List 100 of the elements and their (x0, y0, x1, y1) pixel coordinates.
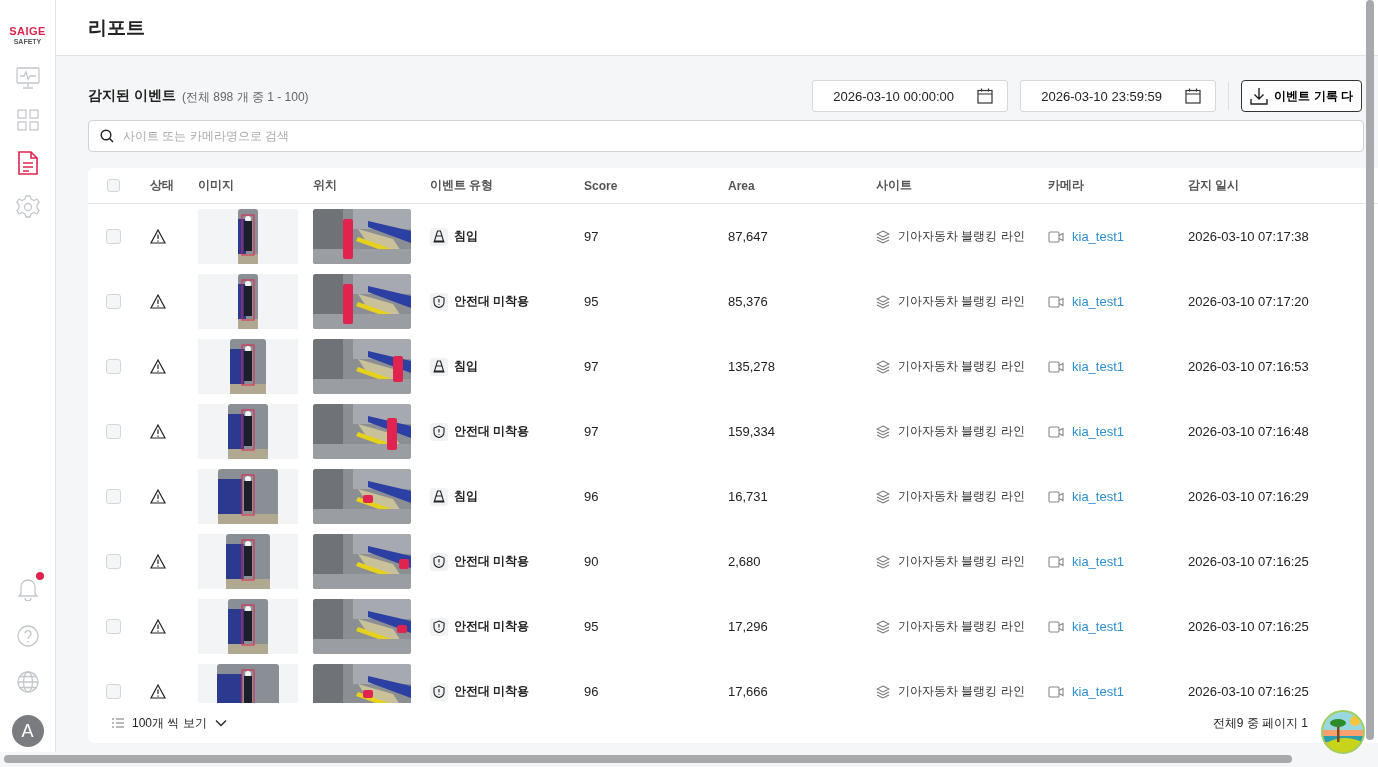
layers-icon (876, 424, 890, 439)
island-button[interactable] (1319, 708, 1367, 756)
settings-icon[interactable] (13, 193, 42, 221)
page-size-dropdown[interactable]: 100개 씩 보기 (112, 714, 227, 732)
score-cell: 95 (584, 294, 599, 309)
site-cell: 기아자동차 블랭킹 라인 (898, 358, 1025, 375)
event-type: 안전대 미착용 (430, 292, 530, 311)
event-type: 침입 (430, 487, 478, 506)
monitor-icon[interactable] (13, 65, 42, 91)
camera-icon (1048, 685, 1064, 698)
camera-link[interactable]: kia_test1 (1072, 684, 1125, 699)
camera-icon (1048, 295, 1064, 308)
row-checkbox[interactable] (106, 424, 121, 439)
site-cell: 기아자동차 블랭킹 라인 (898, 553, 1025, 570)
area-cell: 85,376 (728, 294, 768, 309)
chevron-down-icon (214, 719, 227, 727)
site-cell: 기아자동차 블랭킹 라인 (898, 228, 1025, 245)
row-checkbox[interactable] (106, 619, 121, 634)
globe-icon[interactable] (14, 669, 41, 695)
row-checkbox[interactable] (106, 684, 121, 699)
camera-icon (1048, 490, 1064, 503)
camera-icon (1048, 230, 1064, 243)
detection-time: 2026-03-10 07:16:25 (1188, 554, 1309, 569)
end-date-field[interactable]: 2026-03-10 23:59:59 (1020, 80, 1217, 112)
section-title: 감지된 이벤트 (88, 87, 176, 105)
layers-icon (876, 684, 890, 699)
column-header: Area (728, 178, 755, 193)
column-header: 이벤트 유형 (430, 177, 494, 194)
avatar[interactable]: A (11, 715, 44, 747)
horizontal-scrollbar[interactable] (4, 755, 1292, 763)
site-cell: 기아자동차 블랭킹 라인 (898, 618, 1025, 635)
list-icon (112, 718, 124, 728)
page-title: 리포트 (88, 15, 145, 40)
score-cell: 97 (584, 424, 599, 439)
select-all-checkbox[interactable] (107, 179, 120, 192)
score-cell: 96 (584, 684, 599, 699)
event-type: 안전대 미착용 (430, 552, 530, 571)
camera-link[interactable]: kia_test1 (1072, 489, 1125, 504)
shield-icon (433, 685, 445, 698)
event-type: 안전대 미착용 (430, 617, 530, 636)
site-cell: 기아자동차 블랭킹 라인 (898, 488, 1025, 505)
layers-icon (876, 229, 890, 244)
shield-icon (433, 555, 445, 568)
start-date-field[interactable]: 2026-03-10 00:00:00 (812, 80, 1009, 112)
row-checkbox[interactable] (106, 294, 121, 309)
score-cell: 95 (584, 619, 599, 634)
site-cell: 기아자동차 블랭킹 라인 (898, 683, 1025, 700)
column-header: Score (584, 178, 618, 193)
vertical-scrollbar[interactable] (1366, 0, 1374, 740)
area-cell: 87,647 (728, 229, 768, 244)
search-icon (100, 129, 114, 143)
download-button[interactable]: 이벤트 기록 다 (1241, 80, 1362, 112)
cone-icon (433, 490, 445, 503)
event-type: 안전대 미착용 (430, 422, 530, 441)
row-checkbox[interactable] (106, 359, 121, 374)
layers-icon (876, 359, 890, 374)
page-info: 전체9 중 페이지 1 (1212, 714, 1308, 732)
warning-icon (150, 489, 166, 504)
event-count: (전체 898 개 중 1 - 100) (181, 89, 309, 106)
grid-icon[interactable] (14, 107, 41, 133)
document-icon[interactable] (15, 149, 40, 177)
warning-icon (150, 619, 166, 634)
warning-icon (150, 554, 166, 569)
camera-link[interactable]: kia_test1 (1072, 424, 1125, 439)
column-header: 위치 (313, 177, 337, 194)
layers-icon (876, 294, 890, 309)
detection-time: 2026-03-10 07:16:25 (1188, 619, 1309, 634)
area-cell: 159,334 (728, 424, 775, 439)
camera-icon (1048, 620, 1064, 633)
event-type: 안전대 미착용 (430, 682, 530, 701)
site-cell: 기아자동차 블랭킹 라인 (898, 423, 1025, 440)
camera-link[interactable]: kia_test1 (1072, 359, 1125, 374)
download-icon (1250, 87, 1269, 105)
detection-time: 2026-03-10 07:16:53 (1188, 359, 1309, 374)
shield-icon (433, 620, 445, 633)
score-cell: 97 (584, 229, 599, 244)
area-cell: 17,296 (728, 619, 768, 634)
row-checkbox[interactable] (106, 554, 121, 569)
area-cell: 16,731 (728, 489, 768, 504)
score-cell: 90 (584, 554, 599, 569)
column-header: 상태 (150, 177, 174, 194)
row-checkbox[interactable] (106, 229, 121, 244)
column-header: 감지 일시 (1188, 177, 1240, 194)
shield-icon (433, 425, 445, 438)
camera-link[interactable]: kia_test1 (1072, 554, 1125, 569)
detection-time: 2026-03-10 07:16:48 (1188, 424, 1309, 439)
column-header: 사이트 (876, 177, 912, 194)
camera-link[interactable]: kia_test1 (1072, 294, 1125, 309)
help-icon[interactable] (14, 623, 41, 649)
cone-icon (433, 360, 445, 373)
camera-link[interactable]: kia_test1 (1072, 229, 1125, 244)
calendar-icon (977, 88, 994, 104)
area-cell: 135,278 (728, 359, 775, 374)
calendar-icon (1185, 88, 1202, 104)
cone-icon (433, 230, 445, 243)
row-checkbox[interactable] (106, 489, 121, 504)
detection-time: 2026-03-10 07:16:25 (1188, 684, 1309, 699)
warning-icon (150, 424, 166, 439)
camera-link[interactable]: kia_test1 (1072, 619, 1125, 634)
search-field[interactable]: 사이트 또는 카메라명으로 검색 (88, 120, 1364, 152)
